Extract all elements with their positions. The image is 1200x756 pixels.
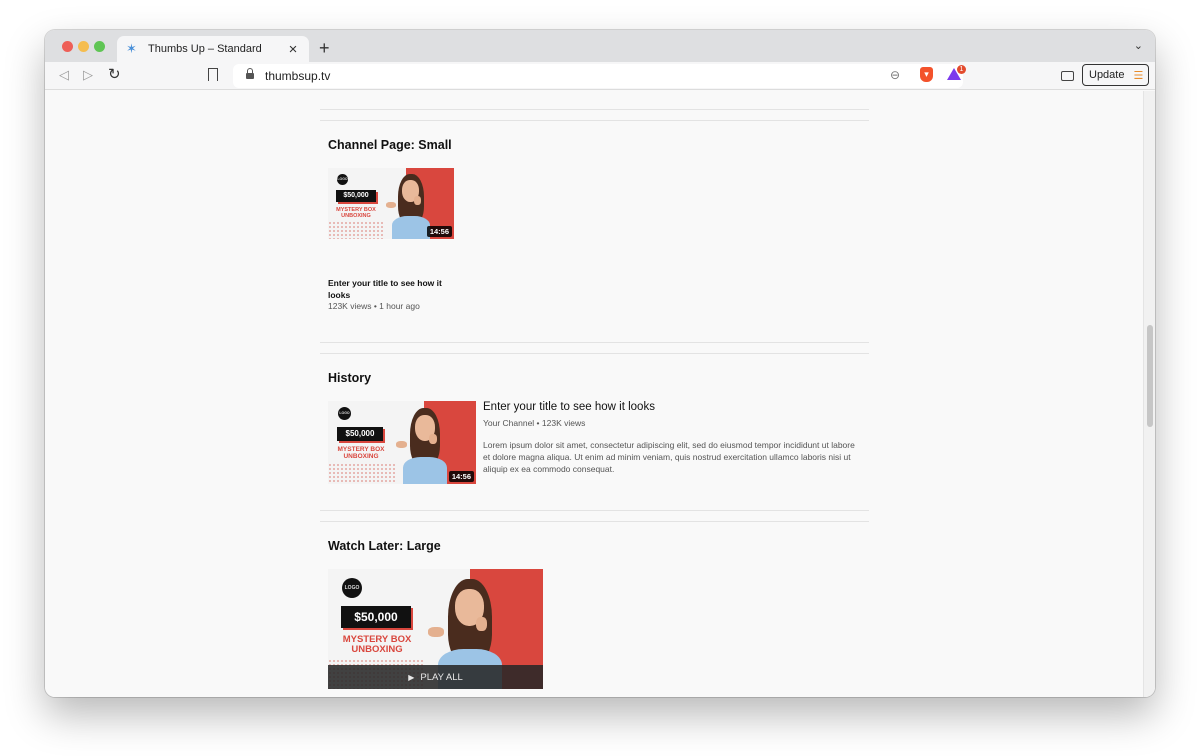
divider [320, 109, 869, 110]
video-description: Lorem ipsum dolor sit amet, consectetur … [483, 440, 855, 474]
person-image [396, 401, 454, 484]
tab-close-icon[interactable]: × [286, 41, 300, 58]
duration-badge: 14:56 [448, 471, 474, 482]
minimize-window-button[interactable] [78, 41, 89, 52]
browser-toolbar: ◁ ▷ ↻ thumbsup.tv ⊖ ▾ 1 Update ☰ [45, 62, 1155, 90]
thumbnail-headline: MYSTERY BOX UNBOXING [342, 634, 412, 655]
update-label: Update [1089, 69, 1125, 81]
zoom-window-button[interactable] [94, 41, 105, 52]
brave-shields-icon[interactable]: ▾ [920, 67, 933, 82]
play-all-label: PLAY ALL [420, 671, 463, 683]
video-meta: Your Channel • 123K views [483, 418, 586, 428]
scrollbar-thumb[interactable] [1147, 325, 1153, 427]
lock-icon [245, 68, 255, 81]
new-tab-icon[interactable]: + [319, 38, 330, 59]
page-content: Channel Page: Small LOGO $50,000 MYSTERY… [45, 91, 1155, 697]
video-meta: 123K views • 1 hour ago [328, 301, 420, 311]
channel-logo: LOGO [337, 174, 348, 185]
price-label: $50,000 [337, 427, 383, 441]
video-title[interactable]: Enter your title to see how it looks [328, 277, 448, 301]
star-favicon-icon: ✶ [126, 41, 137, 56]
tab-thumbs-up[interactable]: ✶ Thumbs Up – Standard × [117, 36, 309, 62]
divider [320, 342, 869, 343]
channel-logo: LOGO [342, 578, 362, 598]
divider [320, 353, 869, 354]
back-icon[interactable]: ◁ [59, 67, 69, 83]
video-thumbnail[interactable]: LOGO $50,000 MYSTERY BOX UNBOXING 14:56 [328, 168, 454, 239]
section-title-channel-small: Channel Page: Small [328, 138, 452, 152]
wallet-icon[interactable] [1061, 71, 1074, 81]
duration-badge: 14:56 [426, 226, 452, 237]
url-text: thumbsup.tv [265, 69, 331, 83]
divider [320, 120, 869, 121]
price-label: $50,000 [341, 606, 411, 628]
bookmark-icon[interactable] [208, 68, 218, 81]
price-label: $50,000 [336, 190, 376, 202]
rewards-badge: 1 [957, 65, 966, 74]
thumbnail-headline: MYSTERY BOX UNBOXING [337, 446, 385, 460]
play-icon: ▶ [408, 672, 415, 682]
play-all-button[interactable]: ▶ PLAY ALL [328, 665, 543, 689]
menu-icon: ☰ [1133, 69, 1144, 82]
update-button[interactable]: Update ☰ [1082, 64, 1149, 86]
channel-logo: LOGO [338, 407, 351, 420]
thumbnail-headline: MYSTERY BOX UNBOXING [336, 207, 376, 219]
section-title-watch-later: Watch Later: Large [328, 539, 441, 553]
browser-window: ✶ Thumbs Up – Standard × + ⌄ ◁ ▷ ↻ thumb… [45, 30, 1155, 697]
tab-bar: ✶ Thumbs Up – Standard × + ⌄ [45, 30, 1155, 62]
chevron-down-icon[interactable]: ⌄ [1134, 39, 1143, 52]
divider [320, 521, 869, 522]
reload-icon[interactable]: ↻ [108, 65, 121, 83]
video-title[interactable]: Enter your title to see how it looks [483, 401, 655, 413]
divider [320, 510, 869, 511]
playlist-thumbnail[interactable]: LOGO $50,000 MYSTERY BOX UNBOXING ▶ PLAY… [328, 569, 543, 689]
zoom-out-icon[interactable]: ⊖ [890, 68, 900, 82]
forward-icon[interactable]: ▷ [83, 67, 93, 83]
video-thumbnail[interactable]: LOGO $50,000 MYSTERY BOX UNBOXING 14:56 [328, 401, 476, 484]
tab-title: Thumbs Up – Standard [148, 43, 262, 55]
vertical-scrollbar[interactable] [1143, 91, 1155, 697]
address-bar[interactable]: thumbsup.tv [233, 64, 963, 88]
section-title-history: History [328, 371, 372, 385]
close-window-button[interactable] [62, 41, 73, 52]
